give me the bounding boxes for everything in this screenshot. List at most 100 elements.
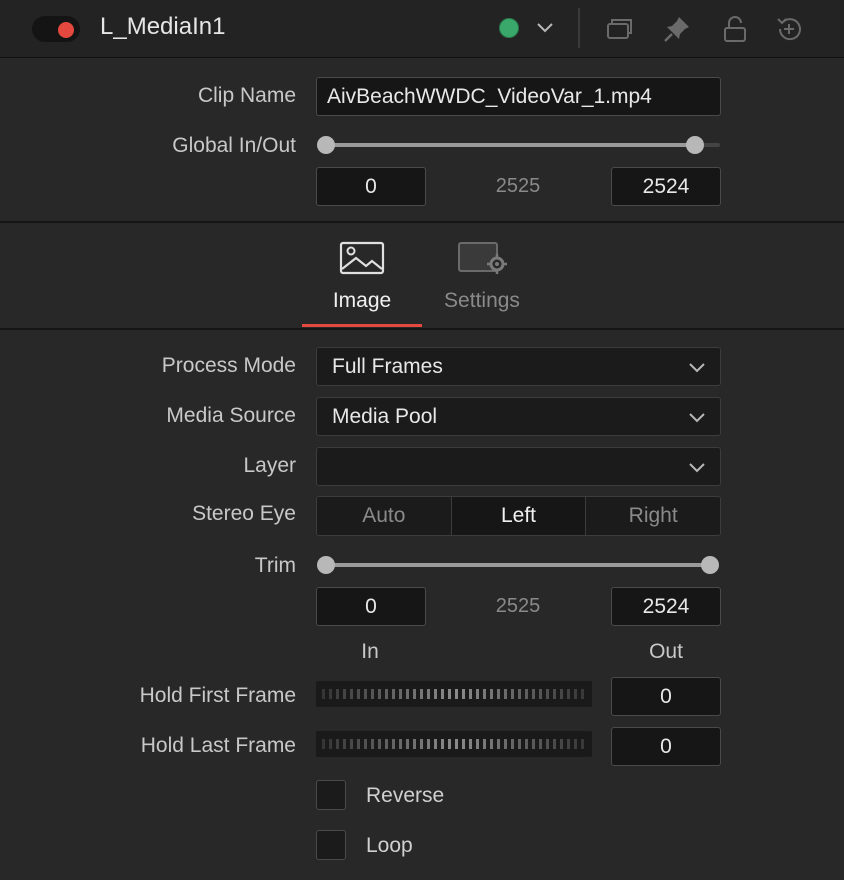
tab-settings[interactable]: Settings [422, 289, 542, 313]
image-icon[interactable] [336, 240, 388, 276]
slider-tick [462, 739, 465, 749]
process-mode-value: Full Frames [332, 354, 443, 378]
reverse-label: Reverse [366, 784, 445, 807]
global-in-field[interactable]: 0 [316, 167, 426, 206]
slider-tick [574, 689, 577, 699]
slider-tick [553, 689, 556, 699]
trim-in-handle[interactable] [317, 556, 335, 574]
slider-tick [336, 739, 339, 749]
slider-tick [413, 739, 416, 749]
slider-tick [469, 739, 472, 749]
slider-tick [413, 689, 416, 699]
hold-first-frame-slider[interactable] [316, 681, 592, 707]
stereo-left-button[interactable]: Left [451, 497, 587, 535]
global-in-handle[interactable] [317, 136, 335, 154]
slider-tick [511, 739, 514, 749]
slider-tick [469, 689, 472, 699]
slider-tick [441, 689, 444, 699]
slider-tick [399, 739, 402, 749]
slider-tick [378, 689, 381, 699]
slider-tick [434, 739, 437, 749]
slider-tick [476, 689, 479, 699]
slider-tick [322, 689, 325, 699]
slider-tick [518, 689, 521, 699]
slider-tick [329, 689, 332, 699]
hold-first-frame-label: Hold First Frame [139, 684, 296, 707]
slider-tick [546, 739, 549, 749]
trim-label: Trim [254, 554, 296, 577]
slider-tick [350, 739, 353, 749]
trim-in-field[interactable]: 0 [316, 587, 426, 626]
media-source-value: Media Pool [332, 404, 438, 428]
process-mode-dropdown[interactable]: Full Frames [316, 347, 721, 386]
slider-tick [532, 739, 535, 749]
slider-tick [343, 689, 346, 699]
chevron-down-icon[interactable] [536, 18, 554, 36]
global-out-field[interactable]: 2524 [611, 167, 721, 206]
stereo-eye-label: Stereo Eye [192, 502, 296, 525]
trim-out-handle[interactable] [701, 556, 719, 574]
slider-tick [532, 689, 535, 699]
slider-tick [448, 739, 451, 749]
in-label: In [361, 640, 379, 663]
global-duration: 2525 [495, 175, 541, 197]
slider-tick [364, 689, 367, 699]
hold-first-frame-field[interactable]: 0 [611, 677, 721, 716]
settings-icon[interactable] [456, 240, 512, 276]
process-mode-label: Process Mode [161, 354, 296, 377]
slider-tick [455, 739, 458, 749]
stereo-auto-button[interactable]: Auto [317, 497, 452, 535]
slider-tick [371, 689, 374, 699]
media-source-dropdown[interactable]: Media Pool [316, 397, 721, 436]
slider-tick [392, 739, 395, 749]
lock-icon[interactable] [720, 14, 750, 44]
slider-tick [553, 739, 556, 749]
media-source-label: Media Source [166, 404, 296, 427]
layer-label: Layer [243, 454, 296, 477]
slider-tick [497, 739, 500, 749]
slider-tick [483, 739, 486, 749]
slider-tick [406, 689, 409, 699]
slider-tick [581, 689, 584, 699]
slider-tick [364, 739, 367, 749]
tabs-divider [0, 328, 844, 330]
stereo-eye-selector[interactable]: Auto Left Right [316, 496, 721, 536]
loop-checkbox[interactable] [316, 830, 346, 860]
slider-tick [420, 689, 423, 699]
hold-last-frame-slider[interactable] [316, 731, 592, 757]
slider-tick [448, 689, 451, 699]
layer-dropdown[interactable] [316, 447, 721, 486]
slider-tick [567, 739, 570, 749]
global-out-handle[interactable] [686, 136, 704, 154]
status-dot-icon[interactable] [499, 18, 519, 38]
clip-name-field[interactable]: AivBeachWWDC_VideoVar_1.mp4 [316, 77, 721, 116]
chevron-down-icon [689, 362, 705, 372]
slider-tick [343, 739, 346, 749]
slider-tick [357, 739, 360, 749]
header-divider [578, 8, 580, 48]
slider-tick [567, 689, 570, 699]
slider-tick [574, 739, 577, 749]
slider-tick [525, 739, 528, 749]
slider-tick [462, 689, 465, 699]
slider-tick [581, 739, 584, 749]
reverse-checkbox[interactable] [316, 780, 346, 810]
slider-tick [525, 689, 528, 699]
hold-last-frame-label: Hold Last Frame [140, 734, 296, 757]
reset-icon[interactable] [774, 14, 804, 44]
slider-tick [420, 739, 423, 749]
trim-out-field[interactable]: 2524 [611, 587, 721, 626]
slider-tick [560, 739, 563, 749]
slider-tick [378, 739, 381, 749]
active-tab-indicator [302, 324, 422, 327]
tab-image[interactable]: Image [302, 289, 422, 313]
hold-last-frame-field[interactable]: 0 [611, 727, 721, 766]
slider-tick [539, 689, 542, 699]
stereo-right-button[interactable]: Right [586, 497, 720, 535]
loop-label: Loop [366, 834, 413, 857]
pin-icon[interactable] [662, 14, 692, 44]
slider-tick [329, 739, 332, 749]
versions-icon[interactable] [604, 14, 634, 44]
global-in-out-range [326, 143, 696, 147]
slider-tick [497, 689, 500, 699]
